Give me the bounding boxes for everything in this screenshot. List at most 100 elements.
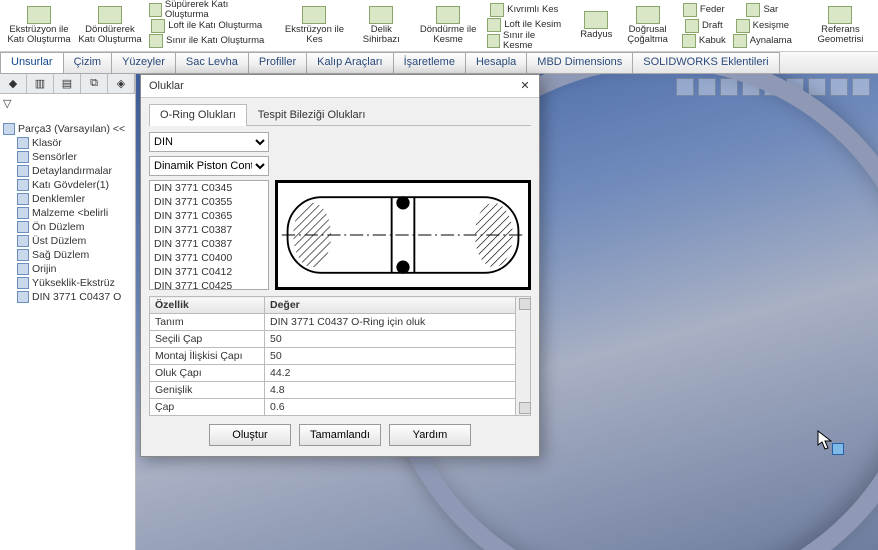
fm-tab-dim[interactable]: ⧉: [81, 74, 108, 93]
table-row[interactable]: Seçili Çap50: [150, 331, 516, 348]
cmd-draft[interactable]: Draft: [679, 18, 729, 34]
tree-item[interactable]: Katı Gövdeler(1): [3, 178, 132, 192]
cmd-shell[interactable]: Kabuk: [679, 33, 729, 49]
groove-feature-icon: [17, 291, 29, 303]
tab-mbd[interactable]: MBD Dimensions: [526, 52, 633, 73]
grid-header-property: Özellik: [150, 297, 265, 314]
fm-tab-display[interactable]: ◈: [108, 74, 135, 93]
hole-icon: [369, 6, 393, 24]
view-hide-icon[interactable]: [808, 78, 826, 96]
seal-type-select[interactable]: Dinamik Piston Contası: [149, 156, 269, 176]
list-item[interactable]: DIN 3771 C0387: [150, 237, 268, 251]
wrap-icon: [746, 3, 760, 17]
cmd-revolve-boss[interactable]: Döndürerek Katı Oluşturma: [75, 2, 145, 49]
tab-retaining-ring-grooves[interactable]: Tespit Bileziği Olukları: [247, 104, 377, 125]
feature-manager-tabs: ◆ ▥ ▤ ⧉ ◈: [0, 74, 135, 94]
cmd-revolve-cut[interactable]: Döndürme ile Kesme: [413, 2, 483, 49]
cmd-extrude-cut[interactable]: Ekstrüzyon ile Kes: [279, 2, 349, 49]
table-row[interactable]: Montaj İlişkisi Çapı50: [150, 348, 516, 365]
grooves-dialog: Oluklar ✕ O-Ring Olukları Tespit Bileziğ…: [140, 74, 540, 457]
fillet-icon: [584, 11, 608, 29]
tab-mold-tools[interactable]: Kalıp Araçları: [306, 52, 393, 73]
cmd-wrap[interactable]: Sar: [730, 2, 795, 18]
tab-profiles[interactable]: Profiller: [248, 52, 307, 73]
list-item[interactable]: DIN 3771 C0400: [150, 251, 268, 265]
cmd-ref-geometry[interactable]: Referans Geometrisi: [807, 2, 874, 49]
cmd-rib[interactable]: Feder: [679, 2, 729, 18]
shell-icon: [682, 34, 696, 48]
cmd-boundary-cut[interactable]: Sınır ile Kesme: [484, 33, 564, 49]
command-tabs: Unsurlar Çizim Yüzeyler Sac Levha Profil…: [0, 52, 878, 74]
sweep-icon: [149, 3, 162, 17]
din-size-list[interactable]: DIN 3771 C0345 DIN 3771 C0355 DIN 3771 C…: [149, 180, 269, 290]
list-item[interactable]: DIN 3771 C0355: [150, 195, 268, 209]
dialog-title: Oluklar: [149, 80, 184, 92]
draft-icon: [685, 19, 699, 33]
tab-evaluate[interactable]: Hesapla: [465, 52, 527, 73]
cmd-intersect[interactable]: Kesişme: [730, 18, 795, 34]
part-icon: [3, 123, 15, 135]
tab-sheetmetal[interactable]: Sac Levha: [175, 52, 249, 73]
cmd-mirror[interactable]: Aynalama: [730, 33, 795, 49]
list-item[interactable]: DIN 3771 C0365: [150, 209, 268, 223]
tree-root[interactable]: Parça3 (Varsayılan) <<: [3, 122, 132, 136]
tree-item[interactable]: Ön Düzlem: [3, 220, 132, 234]
dialog-close-button[interactable]: ✕: [519, 80, 531, 92]
tree-item[interactable]: Denklemler: [3, 192, 132, 206]
ref-geom-icon: [828, 6, 852, 24]
list-item[interactable]: DIN 3771 C0425: [150, 279, 268, 290]
cmd-sweep-boss[interactable]: Süpürerek Katı Oluşturma: [146, 2, 267, 18]
cmd-boundary-boss[interactable]: Sınır ile Katı Oluşturma: [146, 34, 267, 50]
cmd-linear-pattern[interactable]: Doğrusal Çoğaltma: [617, 2, 678, 49]
cmd-sweep-cut[interactable]: Kıvrımlı Kes: [484, 2, 564, 18]
tree-item[interactable]: Sağ Düzlem: [3, 248, 132, 262]
view-render-icon[interactable]: [852, 78, 870, 96]
extrude-feature-icon: [17, 277, 29, 289]
extrude-icon: [27, 6, 51, 24]
tree-item[interactable]: Klasör: [3, 136, 132, 150]
loft-cut-icon: [487, 18, 501, 32]
tab-oring-grooves[interactable]: O-Ring Olukları: [149, 104, 247, 126]
tab-markup[interactable]: İşaretleme: [393, 52, 466, 73]
list-item[interactable]: DIN 3771 C0387: [150, 223, 268, 237]
tab-features[interactable]: Unsurlar: [0, 52, 64, 73]
rib-icon: [683, 3, 697, 17]
tree-item[interactable]: Detaylandırmalar: [3, 164, 132, 178]
table-row[interactable]: TanımDIN 3771 C0437 O-Ring için oluk: [150, 314, 516, 331]
tree-item[interactable]: Malzeme <belirli: [3, 206, 132, 220]
material-icon: [17, 207, 29, 219]
tab-addins[interactable]: SOLIDWORKS Eklentileri: [632, 52, 779, 73]
fm-tab-config[interactable]: ▤: [54, 74, 81, 93]
tab-surfaces[interactable]: Yüzeyler: [111, 52, 176, 73]
tree-item[interactable]: Yükseklik-Ekstrüz: [3, 276, 132, 290]
list-item[interactable]: DIN 3771 C0345: [150, 181, 268, 195]
grid-scrollbar[interactable]: [516, 296, 531, 416]
tree-item[interactable]: Üst Düzlem: [3, 234, 132, 248]
cmd-extrude-boss[interactable]: Ekstrüzyon ile Katı Oluşturma: [4, 2, 74, 49]
done-button[interactable]: Tamamlandı: [299, 424, 381, 446]
view-settings-icon[interactable]: [830, 78, 848, 96]
table-row[interactable]: Genişlik4.8: [150, 382, 516, 399]
fm-tab-tree[interactable]: ◆: [0, 74, 27, 93]
tree-item[interactable]: DIN 3771 C0437 O: [3, 290, 132, 304]
tab-sketch[interactable]: Çizim: [63, 52, 113, 73]
groove-preview: [275, 180, 531, 290]
filter-icon[interactable]: ▽: [3, 97, 23, 117]
help-button[interactable]: Yardım: [389, 424, 471, 446]
fm-tab-property[interactable]: ▥: [27, 74, 54, 93]
ribbon: Ekstrüzyon ile Katı Oluşturma Döndürerek…: [0, 0, 878, 52]
cmd-loft-boss[interactable]: Loft ile Katı Oluşturma: [146, 18, 267, 34]
table-row[interactable]: Çap0.6: [150, 399, 516, 416]
tree-item[interactable]: Sensörler: [3, 150, 132, 164]
list-item[interactable]: DIN 3771 C0412: [150, 265, 268, 279]
origin-icon: [17, 263, 29, 275]
table-row[interactable]: Oluk Çapı44.2: [150, 365, 516, 382]
standard-select[interactable]: DIN: [149, 132, 269, 152]
pattern-icon: [636, 6, 660, 24]
cmd-hole-wizard[interactable]: Delik Sihirbazı: [350, 2, 412, 49]
revolve-cut-icon: [436, 6, 460, 24]
tree-item[interactable]: Orijin: [3, 262, 132, 276]
create-button[interactable]: Oluştur: [209, 424, 291, 446]
annotations-icon: [17, 165, 29, 177]
cmd-fillet[interactable]: Radyus: [576, 2, 616, 49]
